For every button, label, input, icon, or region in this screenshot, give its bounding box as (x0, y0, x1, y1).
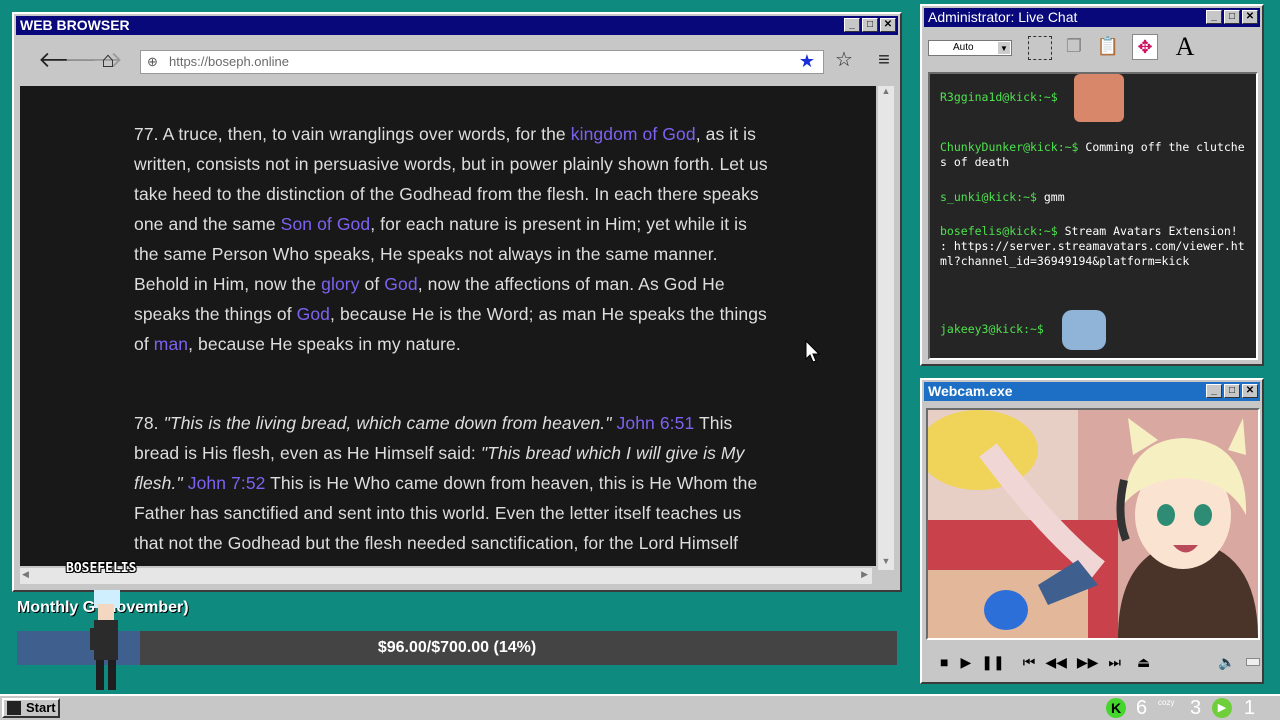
close-icon[interactable]: ✕ (1242, 10, 1258, 24)
text: , because He speaks in my nature. (188, 334, 461, 354)
url-field[interactable]: ⊕ https://boseph.online ★ (140, 50, 824, 74)
dropdown-value: Auto (953, 42, 974, 53)
scroll-right-icon[interactable]: ▶ (861, 569, 868, 580)
count-b: 3 (1190, 697, 1202, 719)
anime-avatar-image (928, 410, 1258, 638)
chat-username: bosefelis@kick:~$ (940, 224, 1058, 238)
scroll-down-icon[interactable]: ▼ (878, 556, 894, 570)
skip-back-icon[interactable]: ⏮ (1023, 654, 1036, 671)
back-arrow-icon[interactable]: 🡐 (38, 48, 97, 72)
minimize-icon[interactable]: _ (1206, 384, 1222, 398)
count-c: 1 (1244, 697, 1256, 719)
webcam-feed (926, 408, 1260, 640)
start-button[interactable]: Start (2, 698, 60, 718)
pixel-avatar (90, 590, 120, 690)
goal-amount: $96.00/$700.00 (14%) (377, 639, 537, 656)
chat-title: Administrator: Live Chat (928, 9, 1078, 25)
chevron-down-icon[interactable]: ▼ (998, 42, 1010, 54)
maximize-icon[interactable]: □ (1224, 384, 1240, 398)
paste-icon[interactable]: 📋 (1096, 36, 1120, 60)
maximize-icon[interactable]: □ (862, 18, 878, 32)
close-icon[interactable]: ✕ (1242, 384, 1258, 398)
goal-progress-bar: $96.00/$700.00 (14%) (17, 631, 897, 665)
star-outline-icon[interactable]: ☆ (832, 48, 856, 72)
rewind-icon[interactable]: ◀◀ (1045, 654, 1067, 671)
quote: "This is the living bread, which came do… (163, 413, 612, 433)
volume-slider[interactable] (1245, 658, 1260, 666)
forward-arrow-icon[interactable]: 🡒 (64, 48, 123, 72)
pause-icon[interactable]: ❚❚ (981, 654, 1004, 671)
play-icon[interactable]: ▶ (960, 654, 971, 671)
chat-title-bar[interactable]: Administrator: Live Chat _ □ ✕ (924, 8, 1260, 27)
chat-message: s_unki@kick:~$ gmm (940, 190, 1250, 205)
fast-forward-icon[interactable]: ▶▶ (1077, 654, 1099, 671)
auto-dropdown[interactable]: Auto ▼ (928, 40, 1012, 56)
link-kingdom-of-god[interactable]: kingdom of God (571, 124, 696, 144)
browser-title-bar[interactable]: WEB BROWSER _ □ ✕ (16, 16, 898, 35)
chat-messages: R3ggina1d@kick:~$ ChunkyDunker@kick:~$ C… (928, 72, 1258, 360)
link-son-of-god[interactable]: Son of God (281, 214, 371, 234)
browser-title: WEB BROWSER (20, 17, 130, 33)
link-john-6-51[interactable]: John 6:51 (617, 413, 695, 433)
start-label: Start (26, 700, 56, 715)
eject-icon[interactable]: ⏏ (1137, 654, 1150, 671)
menu-icon[interactable]: ≡ (872, 48, 896, 72)
minimize-icon[interactable]: _ (844, 18, 860, 32)
kick-icon: K (1106, 698, 1126, 718)
stop-icon[interactable]: ■ (940, 654, 948, 670)
mouse-cursor-icon (805, 340, 821, 363)
copy-icon[interactable]: ❐ (1062, 36, 1086, 60)
volume-icon[interactable]: 🔈 (1218, 654, 1235, 671)
horizontal-scrollbar[interactable]: ◀ ▶ (20, 568, 872, 584)
page-content: 77. A truce, then, to vain wranglings ov… (20, 86, 876, 566)
cozy-label: cozy (1158, 698, 1175, 707)
skip-forward-icon[interactable]: ⏭ (1108, 654, 1121, 671)
text: 77. A truce, then, to vain wranglings ov… (134, 124, 571, 144)
maximize-icon[interactable]: □ (1224, 10, 1240, 24)
link-glory[interactable]: glory (321, 274, 359, 294)
vertical-scrollbar[interactable]: ▲ ▼ (878, 86, 894, 570)
link-john-7-52[interactable]: John 7:52 (188, 473, 266, 493)
chat-message: bosefelis@kick:~$ Stream Avatars Extensi… (940, 224, 1250, 269)
move-icon[interactable]: ✥ (1132, 34, 1158, 60)
browser-toolbar: 🡐 🡒 ⌂ ⊕ https://boseph.online ★ ☆ ≡ (18, 38, 896, 84)
url-text: https://boseph.online (169, 54, 289, 69)
text: of (359, 274, 385, 294)
chat-username: R3ggina1d@kick:~$ (940, 90, 1058, 104)
text-tool-icon[interactable]: A (1172, 32, 1198, 62)
webcam-title: Webcam.exe (928, 383, 1013, 399)
webcam-window: Webcam.exe _ □ ✕ ■ ▶ ❚❚ ⏮ ◀◀ ▶▶ ⏭ ⏏ 🔈 (920, 378, 1264, 684)
count-a: 6 (1136, 697, 1148, 719)
media-controls: ■ ▶ ❚❚ ⏮ ◀◀ ▶▶ ⏭ ⏏ 🔈 (926, 646, 1260, 678)
scroll-up-icon[interactable]: ▲ (878, 86, 894, 100)
taskbar: Start K 6 cozy 3 ▶ 1 (0, 694, 1280, 720)
paragraph-77: 77. A truce, then, to vain wranglings ov… (134, 119, 774, 359)
home-icon[interactable]: ⌂ (96, 48, 120, 72)
link-god-2[interactable]: God (297, 304, 330, 324)
minimize-icon[interactable]: _ (1206, 10, 1222, 24)
select-icon[interactable] (1028, 36, 1052, 60)
play-circle-icon: ▶ (1212, 698, 1232, 718)
chat-window: Administrator: Live Chat _ □ ✕ Auto ▼ ❐ 📋… (920, 4, 1264, 366)
avatar-name: BOSEFELIS (66, 561, 137, 576)
link-god[interactable]: God (384, 274, 417, 294)
chat-username: s_unki@kick:~$ (940, 190, 1037, 204)
link-man[interactable]: man (154, 334, 188, 354)
webcam-title-bar[interactable]: Webcam.exe _ □ ✕ (924, 382, 1260, 401)
scroll-left-icon[interactable]: ◀ (22, 569, 29, 580)
chat-username: ChunkyDunker@kick:~$ (940, 140, 1079, 154)
close-icon[interactable]: ✕ (880, 18, 896, 32)
emote-mouse (1062, 310, 1106, 350)
emote-face (1074, 74, 1124, 122)
text: 78. (134, 413, 164, 433)
chat-text: gmm (1036, 190, 1065, 204)
paragraph-78: 78. "This is the living bread, which cam… (134, 408, 774, 558)
star-filled-icon[interactable]: ★ (799, 50, 815, 72)
browser-window: WEB BROWSER _ □ ✕ 🡐 🡒 ⌂ ⊕ https://boseph… (12, 12, 902, 592)
globe-icon: ⊕ (147, 54, 158, 69)
windows-logo-icon (7, 701, 21, 715)
chat-toolbar: Auto ▼ ❐ 📋 ✥ A (926, 32, 1258, 68)
chat-message: ChunkyDunker@kick:~$ Comming off the clu… (940, 140, 1250, 170)
chat-username: jakeey3@kick:~$ (940, 322, 1044, 336)
